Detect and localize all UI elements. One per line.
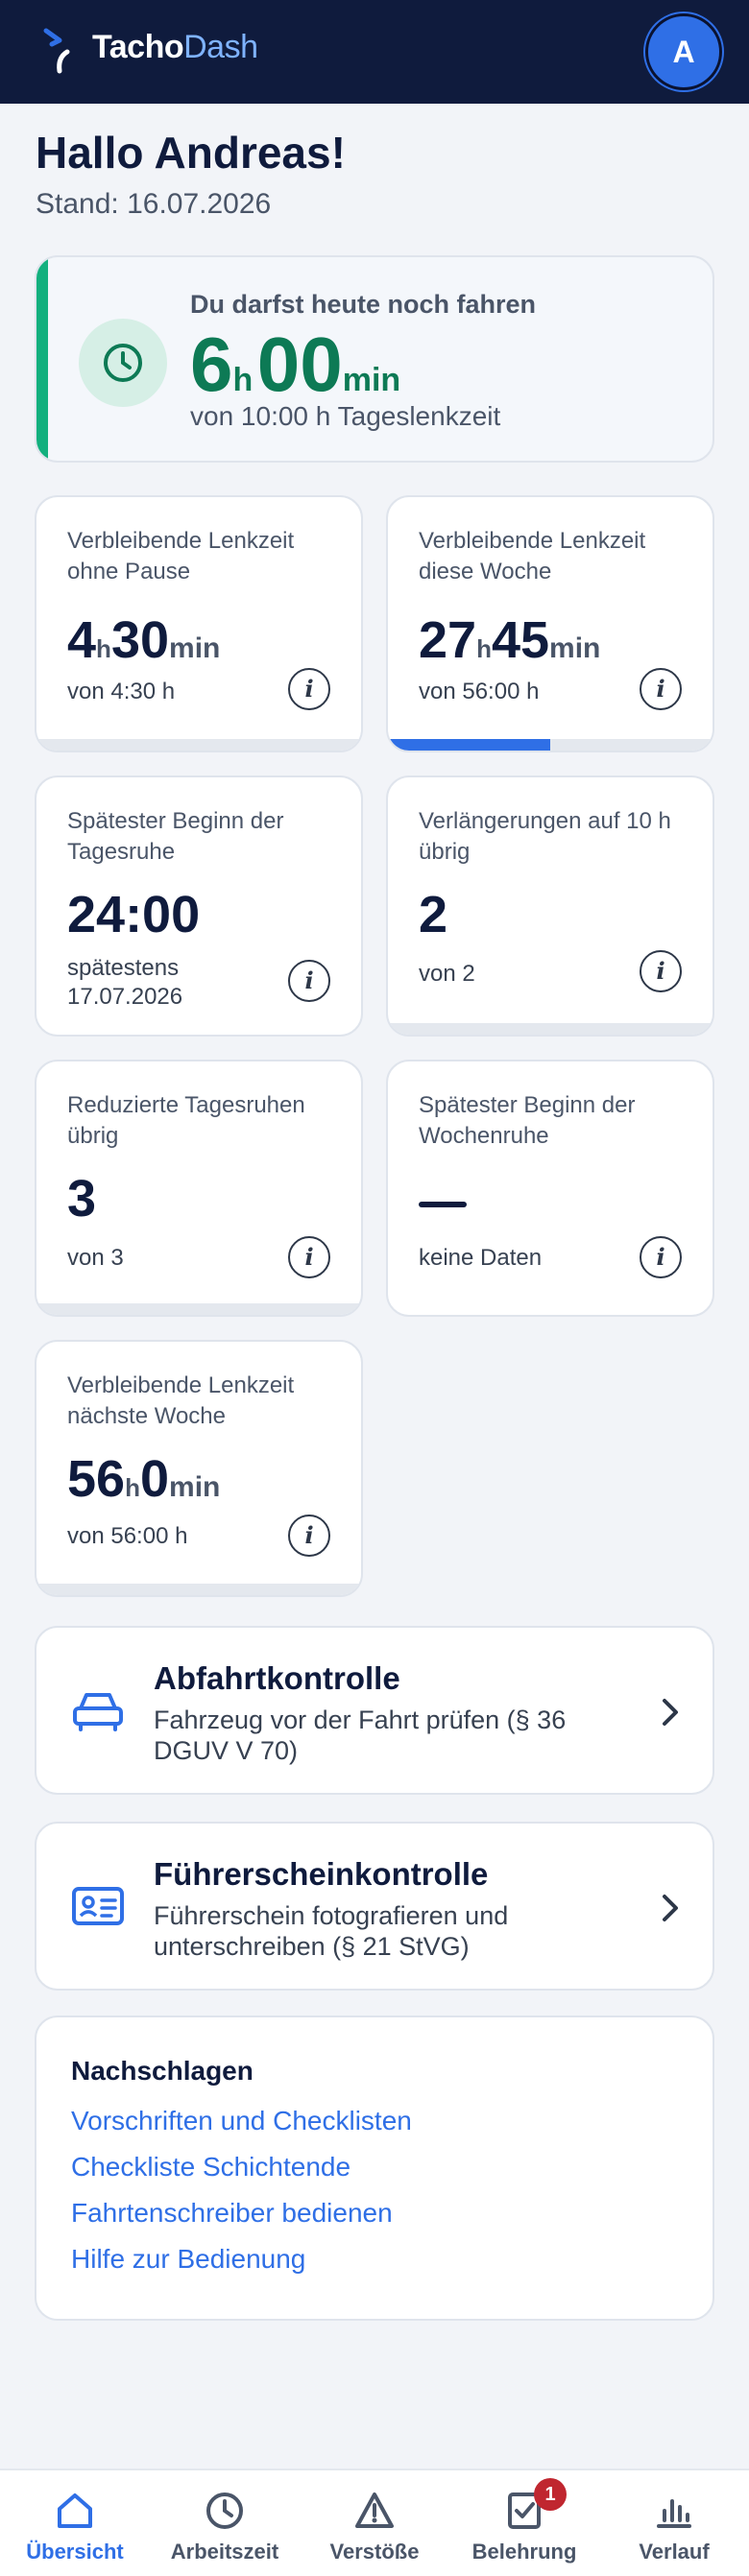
card-label: Reduzierte Tagesruhen übrig bbox=[67, 1092, 305, 1149]
card-progress bbox=[36, 1303, 361, 1315]
card-progress bbox=[388, 1023, 713, 1035]
warning-icon bbox=[355, 2493, 394, 2528]
hero-value: 6h 00min bbox=[190, 322, 401, 407]
stat-card-reduced-rests: Reduzierte Tagesruhen übrig 3 von 3 i bbox=[35, 1060, 363, 1317]
card-caption: von 56:00 h bbox=[419, 679, 540, 704]
card-value: 4h30min bbox=[67, 611, 221, 669]
app-brand: TachoDash bbox=[92, 29, 258, 65]
tab-instruction[interactable]: 1 Belehrung bbox=[449, 2470, 599, 2576]
link-regulations[interactable]: Vorschriften und Checklisten bbox=[71, 2106, 412, 2136]
card-label: Verlängerungen auf 10 h übrig bbox=[419, 808, 671, 865]
remaining-today-card: Du darfst heute noch fahren 6h 00min von… bbox=[35, 255, 714, 463]
stat-card-extensions: Verlängerungen auf 10 h übrig 2 von 2 i bbox=[386, 775, 714, 1037]
tab-label: Übersicht bbox=[26, 2540, 124, 2564]
card-label: Verbleibende Lenkzeit nächste Woche bbox=[67, 1372, 295, 1429]
card-label: Spätester Beginn der Wochenruhe bbox=[419, 1092, 636, 1149]
action-departure-check[interactable]: Abfahrtkontrolle Fahrzeug vor der Fahrt … bbox=[35, 1626, 714, 1795]
card-progress bbox=[36, 1584, 361, 1595]
tacho-logo-icon bbox=[43, 28, 70, 74]
tab-label: Arbeitszeit bbox=[170, 2540, 279, 2564]
action-title: Führerscheinkontrolle bbox=[154, 1856, 489, 1892]
action-license-check[interactable]: Führerscheinkontrolle Führerschein fotog… bbox=[35, 1822, 714, 1991]
stat-card-pause: Verbleibende Lenkzeit ohne Pause 4h30min… bbox=[35, 495, 363, 752]
stand-date: Stand: 16.07.2026 bbox=[36, 188, 272, 220]
card-label: Verbleibende Lenkzeit diese Woche bbox=[419, 528, 646, 584]
chevron-right-icon bbox=[663, 1895, 678, 1921]
tab-label: Verlauf bbox=[639, 2540, 710, 2564]
card-label: Verbleibende Lenkzeit ohne Pause bbox=[67, 528, 295, 584]
link-usage-help[interactable]: Hilfe zur Bedienung bbox=[71, 2244, 305, 2275]
tab-violations[interactable]: Verstöße bbox=[300, 2470, 449, 2576]
clock-icon bbox=[104, 344, 142, 382]
tab-label: Verstöße bbox=[329, 2540, 420, 2564]
card-caption: keine Daten bbox=[419, 1245, 543, 1271]
tab-history[interactable]: Verlauf bbox=[599, 2470, 749, 2576]
info-icon[interactable]: i bbox=[640, 668, 682, 710]
stat-card-daily-rest: Spätester Beginn der Tagesruhe 24:00 spä… bbox=[35, 775, 363, 1037]
stat-card-weekly-rest: Spätester Beginn der Wochenruhe keine Da… bbox=[386, 1060, 714, 1317]
card-caption: von 56:00 h bbox=[67, 1523, 188, 1549]
card-caption: spätestens 17.07.2026 bbox=[67, 955, 183, 1010]
card-progress bbox=[388, 739, 713, 751]
hero-sub: von 10:00 h Tageslenkzeit bbox=[190, 401, 501, 431]
card-label: Spätester Beginn der Tagesruhe bbox=[67, 808, 284, 865]
bottom-navigation: Übersicht Arbeitszeit Verstöße 1 Belehru… bbox=[0, 2469, 749, 2576]
action-title: Abfahrtkontrolle bbox=[154, 1660, 400, 1696]
info-icon[interactable]: i bbox=[640, 950, 682, 992]
card-value: 24:00 bbox=[67, 886, 201, 943]
home-icon bbox=[58, 2493, 92, 2528]
reference-heading: Nachschlagen bbox=[71, 2056, 254, 2086]
info-icon[interactable]: i bbox=[288, 1515, 330, 1557]
card-caption: von 4:30 h bbox=[67, 679, 176, 704]
bar-chart-icon bbox=[657, 2499, 691, 2528]
info-icon[interactable]: i bbox=[288, 1236, 330, 1278]
notification-badge: 1 bbox=[534, 2478, 567, 2511]
action-description: Fahrzeug vor der Fahrt prüfen (§ 36 DGUV… bbox=[154, 1705, 567, 1765]
info-icon[interactable]: i bbox=[640, 1236, 682, 1278]
car-icon bbox=[73, 1693, 123, 1731]
card-value: 56h0min bbox=[67, 1450, 221, 1508]
info-icon[interactable]: i bbox=[288, 960, 330, 1002]
tab-working-time[interactable]: Arbeitszeit bbox=[150, 2470, 300, 2576]
card-progress bbox=[36, 739, 361, 751]
app-header: TachoDash A bbox=[0, 0, 749, 104]
card-value: 2 bbox=[419, 886, 448, 943]
card-value: 27h45min bbox=[419, 611, 601, 669]
chevron-right-icon bbox=[663, 1699, 678, 1726]
card-value: 3 bbox=[67, 1170, 97, 1228]
info-icon[interactable]: i bbox=[288, 668, 330, 710]
clock-icon-badge bbox=[79, 319, 167, 407]
hero-lead: Du darfst heute noch fahren bbox=[190, 290, 537, 319]
card-value-empty bbox=[419, 1169, 467, 1212]
link-shift-end-checklist[interactable]: Checkliste Schichtende bbox=[71, 2152, 350, 2182]
avatar[interactable]: A bbox=[645, 13, 722, 90]
card-caption: von 3 bbox=[67, 1245, 124, 1271]
action-description: Führerschein fotografieren und unterschr… bbox=[154, 1901, 509, 1961]
tab-label: Belehrung bbox=[471, 2540, 577, 2564]
accent-bar bbox=[36, 257, 48, 461]
card-caption: von 2 bbox=[419, 961, 475, 987]
clock-icon bbox=[206, 2493, 243, 2529]
reference-section: Nachschlagen Vorschriften und Checkliste… bbox=[35, 2015, 714, 2321]
id-card-icon bbox=[72, 1887, 124, 1925]
stat-card-week: Verbleibende Lenkzeit diese Woche 27h45m… bbox=[386, 495, 714, 752]
link-tachograph-help[interactable]: Fahrtenschreiber bedienen bbox=[71, 2198, 393, 2229]
greeting: Hallo Andreas! bbox=[36, 128, 346, 178]
stat-card-next-week: Verbleibende Lenkzeit nächste Woche 56h0… bbox=[35, 1340, 363, 1597]
tab-overview[interactable]: Übersicht bbox=[0, 2470, 150, 2576]
